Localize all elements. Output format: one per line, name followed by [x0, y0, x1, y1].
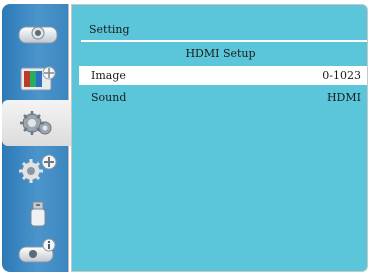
- submenu-title: HDMI Setup: [185, 47, 256, 60]
- sidebar-item-setting[interactable]: [2, 100, 71, 146]
- sidebar-item-memory-viewer[interactable]: [6, 194, 69, 234]
- picture-adjust-icon: [20, 66, 55, 91]
- usb-memory-icon: [30, 201, 45, 227]
- row-label: Image: [91, 69, 126, 82]
- menu-title: Setting: [89, 23, 130, 36]
- information-icon: [18, 238, 55, 263]
- row-value: 0-1023: [322, 69, 361, 82]
- setting-gears-icon: [19, 111, 51, 135]
- menu-row-image[interactable]: Image 0-1023: [79, 66, 367, 85]
- category-sidebar: [2, 4, 71, 272]
- menu-row-sound[interactable]: Sound HDMI: [79, 88, 367, 107]
- row-value: HDMI: [326, 91, 361, 104]
- sidebar-item-display[interactable]: [6, 14, 69, 54]
- row-label: Sound: [91, 91, 127, 104]
- display-icon: [18, 26, 57, 44]
- sidebar-item-information[interactable]: [6, 232, 69, 272]
- sidebar-item-expanded-setting[interactable]: [6, 149, 69, 189]
- menu-panel: Setting HDMI Setup Image 0-1023 Sound HD…: [71, 4, 368, 272]
- sidebar-item-image[interactable]: [6, 59, 69, 99]
- title-divider: [81, 40, 367, 42]
- expanded-setting-icon: [18, 154, 56, 183]
